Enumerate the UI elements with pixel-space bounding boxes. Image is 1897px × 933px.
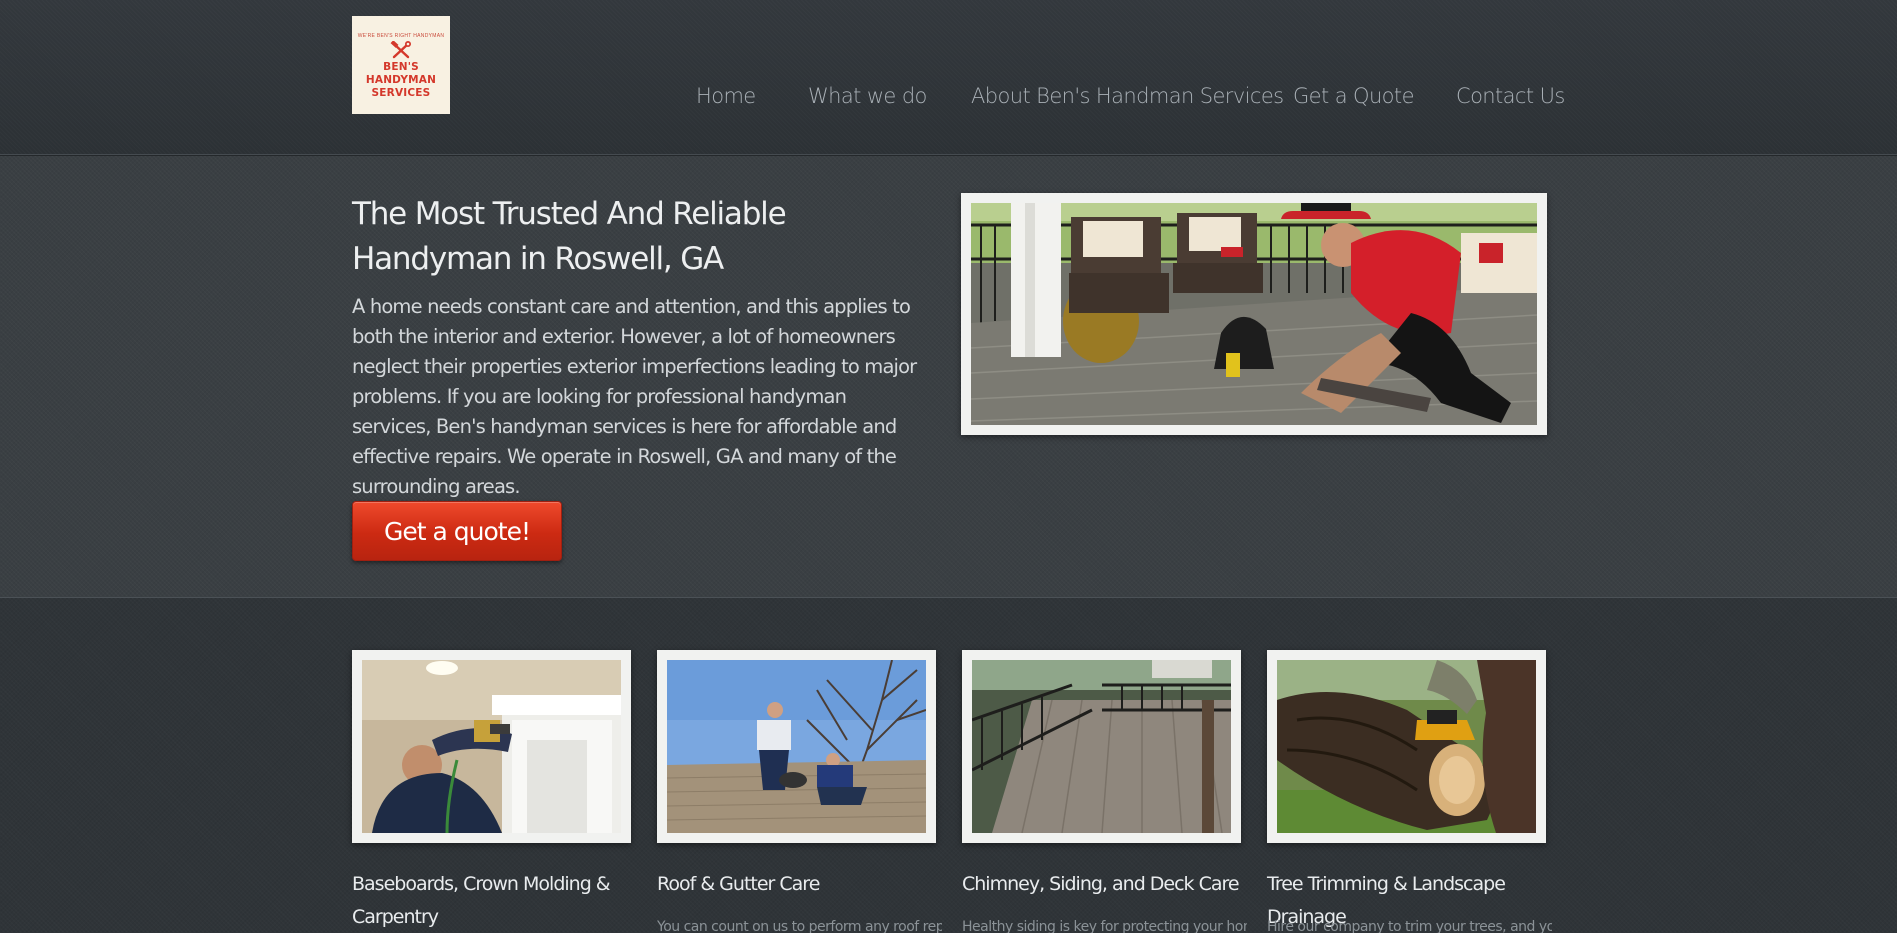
hammer-wrench-icon <box>390 40 411 58</box>
hero-body: A home needs constant care and attention… <box>352 295 917 498</box>
nav-get-a-quote[interactable]: Get a Quote <box>1293 84 1414 108</box>
logo-line-2: HANDYMAN <box>365 73 437 86</box>
deck-photo <box>972 660 1231 833</box>
site-header: WE'RE BEN'S RIGHT HANDYMAN BEN'S HANDYMA… <box>0 0 1897 155</box>
logo-arc-text: WE'RE BEN'S RIGHT HANDYMAN <box>357 32 445 39</box>
main-nav: Home What we do About Ben's Handman Serv… <box>0 84 1897 114</box>
hero-title: The Most Trusted And Reliable Handyman i… <box>352 196 787 277</box>
service-text-roof: You can count on us to perform any roof … <box>657 919 942 933</box>
service-title-baseboards: Baseboards, Crown Molding & Carpentry <box>352 873 611 928</box>
service-title-deck: Chimney, Siding, and Deck Care <box>962 873 1240 895</box>
page: WE'RE BEN'S RIGHT HANDYMAN BEN'S HANDYMA… <box>0 0 1897 933</box>
service-text-deck: Healthy siding is key for protecting you… <box>962 919 1247 933</box>
service-photo-deck[interactable] <box>962 650 1241 843</box>
nav-contact-us[interactable]: Contact Us <box>1456 84 1565 108</box>
nav-what-we-do[interactable]: What we do <box>808 84 927 108</box>
service-text-tree: Hire our company to trim your trees, and… <box>1267 919 1552 933</box>
logo-line-1: BEN'S <box>383 60 419 73</box>
handyman-deck-photo <box>971 203 1537 425</box>
nav-about[interactable]: About Ben's Handman Services <box>971 84 1284 108</box>
service-title-roof: Roof & Gutter Care <box>657 873 820 895</box>
service-photo-tree[interactable] <box>1267 650 1546 843</box>
baseboards-photo <box>362 660 621 833</box>
hero-photo-frame <box>961 193 1547 435</box>
roof-photo <box>667 660 926 833</box>
service-photo-roof[interactable] <box>657 650 936 843</box>
nav-home[interactable]: Home <box>696 84 756 108</box>
hero-section: The Most Trusted And Reliable Handyman i… <box>0 156 1897 598</box>
get-a-quote-button[interactable]: Get a quote! <box>352 501 562 561</box>
service-photo-baseboards[interactable] <box>352 650 631 843</box>
tree-trimming-photo <box>1277 660 1536 833</box>
